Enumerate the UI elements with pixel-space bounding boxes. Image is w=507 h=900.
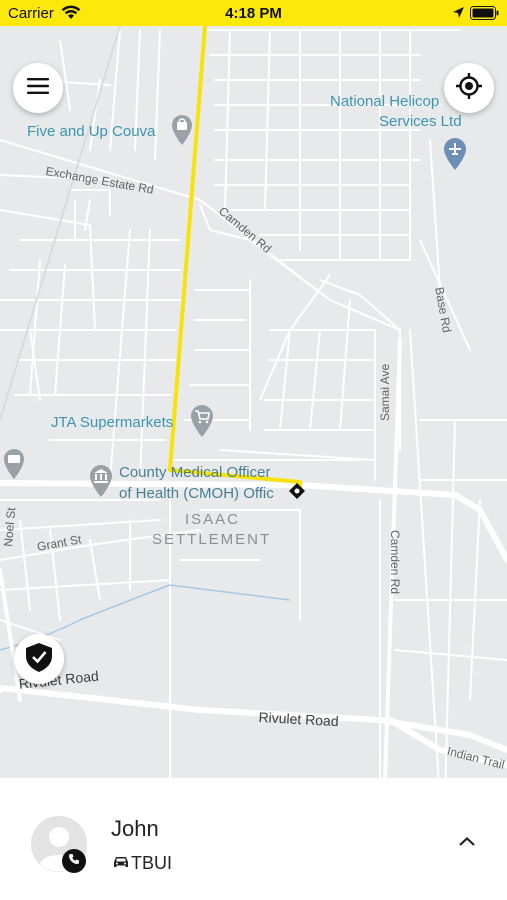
crosshair-icon: [455, 72, 483, 105]
shopping-bag-icon[interactable]: [170, 114, 194, 151]
area-label-settlement: SETTLEMENT: [152, 531, 272, 548]
call-button[interactable]: [62, 849, 86, 873]
poi-label-county-medical-1: County Medical Officer: [119, 464, 271, 481]
battery-icon: [470, 6, 500, 24]
poi-label-national-heli-1: National Helicop: [330, 93, 440, 110]
safety-button[interactable]: [14, 634, 64, 684]
street-label-camden-right: Camden Rd: [388, 530, 402, 595]
menu-button[interactable]: [13, 63, 63, 113]
chevron-up-icon: [455, 836, 479, 855]
driver-sheet[interactable]: John TBUI: [0, 778, 507, 900]
vehicle-info: TBUI: [113, 853, 172, 874]
destination-marker-icon[interactable]: [288, 482, 306, 505]
airport-icon[interactable]: [442, 137, 468, 176]
menu-icon: [26, 77, 50, 100]
poi-label-national-heli-2: Services Ltd: [379, 113, 462, 130]
poi-pin-icon[interactable]: [2, 448, 26, 485]
government-building-icon[interactable]: [88, 464, 114, 503]
vehicle-plate: TBUI: [131, 853, 173, 873]
driver-name: John: [111, 816, 159, 841]
car-icon: [113, 853, 129, 874]
map-view[interactable]: Five and Up Couva National Helicop Servi…: [0, 26, 507, 778]
my-location-button[interactable]: [444, 63, 494, 113]
status-time: 4:18 PM: [225, 5, 282, 22]
poi-label-jta: JTA Supermarkets: [51, 414, 174, 431]
phone-icon: [68, 852, 80, 870]
avatar[interactable]: [31, 816, 87, 873]
street-label-samai-ave: Samai Ave: [378, 363, 392, 421]
location-arrow-icon: [452, 6, 465, 23]
poi-label-five-and-up: Five and Up Couva: [27, 123, 156, 140]
status-bar: Carrier 4:18 PM: [0, 0, 507, 26]
poi-label-county-medical-2: of Health (CMOH) Offic: [119, 485, 274, 502]
expand-button[interactable]: [455, 833, 479, 856]
shopping-cart-icon[interactable]: [189, 404, 215, 443]
shield-check-icon: [24, 641, 54, 678]
area-label-isaac: ISAAC: [185, 511, 241, 528]
